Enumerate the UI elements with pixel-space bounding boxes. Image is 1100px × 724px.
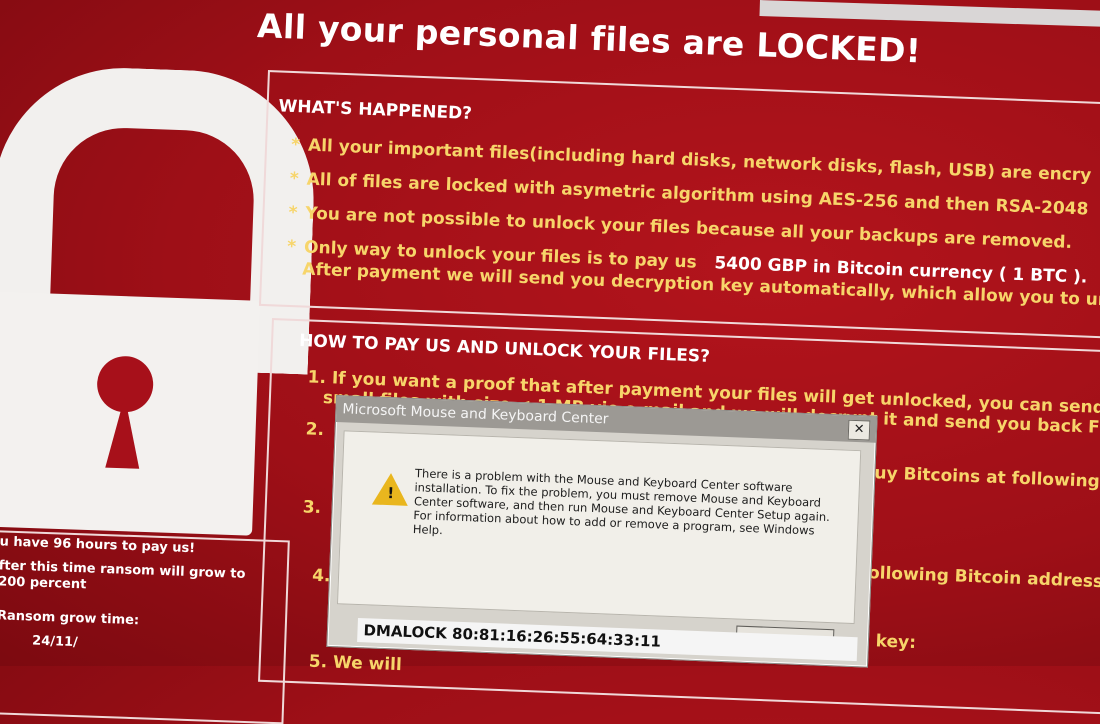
close-icon[interactable]: ✕ [847,419,871,441]
step-5-text: 5. We will [308,651,403,676]
step-3-number: 3. [302,497,322,519]
countdown-panel: u have 96 hours to pay us! fter this tim… [0,530,290,724]
whats-happened-heading: WHAT'S HAPPENED? [278,96,473,124]
how-to-pay-heading: HOW TO PAY US AND UNLOCK YOUR FILES? [298,331,711,367]
padlock-body [0,290,261,536]
countdown-date: 24/11/ [31,633,79,651]
step-4-text: following Bitcoin address [860,562,1100,593]
step-2-number: 2. [305,419,325,441]
dialog-message: There is a problem with the Mouse and Ke… [412,466,831,538]
whats-happened-panel: WHAT'S HAPPENED? * All your important fil… [258,70,1100,341]
dialog-content: ! There is a problem with the Mouse and … [336,430,862,625]
screen-edge-strip [759,0,1100,28]
keyhole-stem [105,395,142,469]
countdown-line-1: u have 96 hours to pay us! [0,534,196,557]
countdown-line-3: 200 percent [0,574,87,593]
padlock-icon [0,63,319,543]
warning-exclamation: ! [386,484,395,503]
countdown-line-4: Ransom grow time: [0,608,140,629]
step-2-text: uy Bitcoins at following [874,463,1100,492]
